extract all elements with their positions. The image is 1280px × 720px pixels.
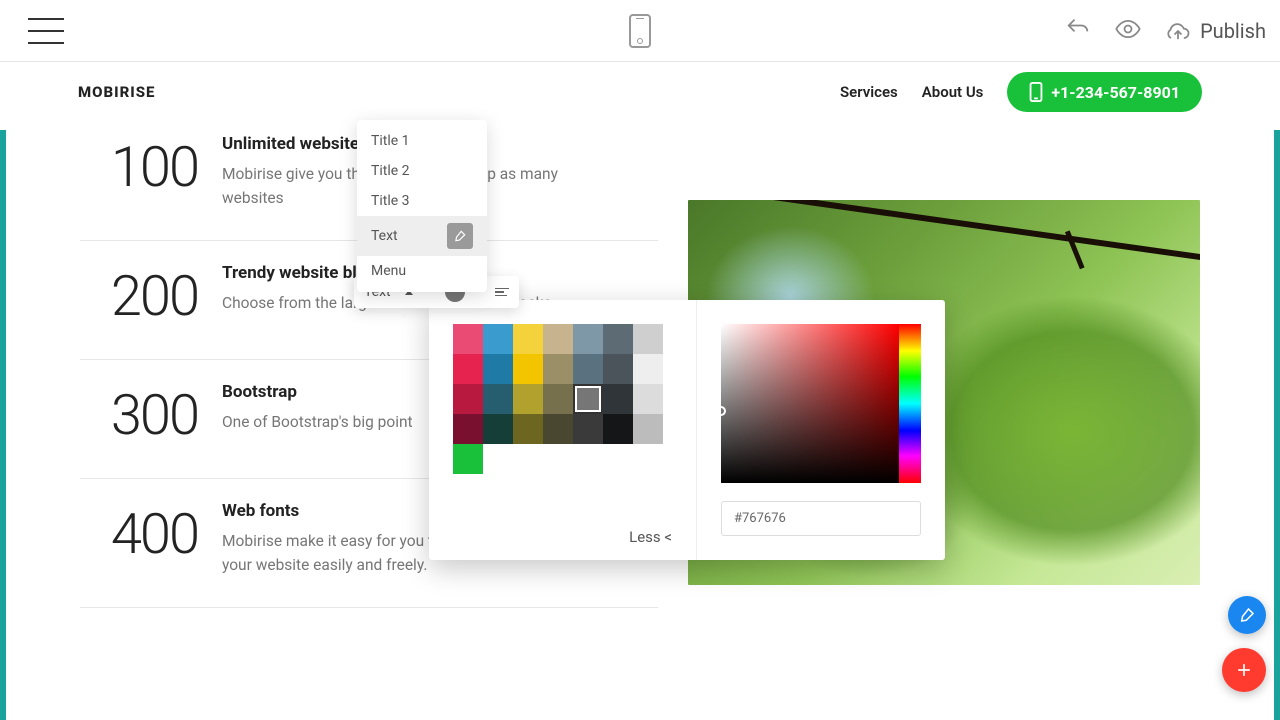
site-header: MOBIRISE Services About Us +1-234-567-89… xyxy=(0,62,1280,122)
publish-label: Publish xyxy=(1200,19,1266,43)
feature-number: 200 xyxy=(80,263,198,329)
feature-number: 100 xyxy=(80,134,198,210)
style-fab[interactable] xyxy=(1228,596,1266,634)
mobile-device-icon xyxy=(629,14,651,48)
sv-cursor[interactable] xyxy=(716,406,726,416)
color-swatch[interactable] xyxy=(573,384,603,414)
color-swatch[interactable] xyxy=(453,324,483,354)
style-option-label: Menu xyxy=(371,263,406,279)
color-swatch[interactable] xyxy=(573,414,603,444)
undo-icon xyxy=(1064,15,1092,43)
color-swatch[interactable] xyxy=(453,354,483,384)
style-option-menu[interactable]: Menu xyxy=(357,256,487,286)
image-branch-decoration xyxy=(688,200,1200,262)
color-swatch[interactable] xyxy=(513,324,543,354)
nav-about[interactable]: About Us xyxy=(922,83,984,101)
app-toolbar: Publish xyxy=(0,0,1280,62)
phone-button[interactable]: +1-234-567-8901 xyxy=(1007,72,1202,112)
color-swatch[interactable] xyxy=(453,384,483,414)
brush-icon xyxy=(447,223,473,249)
style-option-title-2[interactable]: Title 2 xyxy=(357,156,487,186)
undo-button[interactable] xyxy=(1064,15,1092,47)
style-option-label: Title 2 xyxy=(371,163,410,179)
color-swatch[interactable] xyxy=(513,384,543,414)
nav: Services About Us +1-234-567-8901 xyxy=(840,72,1202,112)
color-swatch[interactable] xyxy=(513,354,543,384)
color-picker: Less < xyxy=(429,300,945,560)
swatch-grid xyxy=(453,324,672,444)
cloud-upload-icon xyxy=(1164,17,1192,45)
color-swatch[interactable] xyxy=(513,414,543,444)
plus-icon xyxy=(1234,660,1254,680)
style-option-title-3[interactable]: Title 3 xyxy=(357,186,487,216)
color-swatch[interactable] xyxy=(573,354,603,384)
color-swatch[interactable] xyxy=(483,324,513,354)
color-swatch[interactable] xyxy=(573,324,603,354)
color-swatch[interactable] xyxy=(483,384,513,414)
color-swatch[interactable] xyxy=(603,384,633,414)
color-swatch[interactable] xyxy=(603,354,633,384)
brand-logo[interactable]: MOBIRISE xyxy=(78,83,155,101)
hex-input[interactable] xyxy=(721,501,921,536)
nav-services[interactable]: Services xyxy=(840,83,898,101)
style-option-text[interactable]: Text xyxy=(357,216,487,256)
color-swatch[interactable] xyxy=(453,414,483,444)
device-preview-button[interactable] xyxy=(629,14,651,48)
feature-description[interactable]: One of Bootstrap's big point xyxy=(222,410,413,434)
sv-panel[interactable] xyxy=(721,324,921,483)
feature-title[interactable]: Bootstrap xyxy=(222,382,413,402)
preview-button[interactable] xyxy=(1114,15,1142,47)
color-swatch[interactable] xyxy=(603,414,633,444)
selection-border-right xyxy=(1274,130,1280,720)
color-swatch[interactable] xyxy=(483,354,513,384)
brush-icon xyxy=(1238,606,1256,624)
feature-number: 400 xyxy=(80,501,198,577)
eye-icon xyxy=(1114,15,1142,43)
color-swatch[interactable] xyxy=(483,414,513,444)
color-swatch[interactable] xyxy=(453,444,483,474)
hue-slider[interactable] xyxy=(899,324,921,483)
style-option-label: Text xyxy=(371,228,398,244)
publish-button[interactable]: Publish xyxy=(1164,17,1266,45)
color-swatch[interactable] xyxy=(543,384,573,414)
align-icon[interactable] xyxy=(495,288,509,297)
color-swatch[interactable] xyxy=(633,414,663,444)
text-style-dropdown[interactable]: Title 1 Title 2 Title 3 Text Menu xyxy=(357,120,487,292)
feature-number: 300 xyxy=(80,382,198,448)
color-swatch[interactable] xyxy=(633,324,663,354)
color-swatch[interactable] xyxy=(543,324,573,354)
phone-number: +1-234-567-8901 xyxy=(1051,83,1180,102)
selection-border-left xyxy=(0,130,6,720)
color-swatch[interactable] xyxy=(633,354,663,384)
style-option-label: Title 1 xyxy=(371,133,410,149)
color-swatch[interactable] xyxy=(603,324,633,354)
style-option-label: Title 3 xyxy=(371,193,410,209)
saturation-value-box[interactable] xyxy=(721,324,899,483)
phone-icon xyxy=(1029,82,1043,102)
color-swatch[interactable] xyxy=(543,414,573,444)
color-swatch[interactable] xyxy=(633,384,663,414)
swatch-extra-row xyxy=(453,444,672,474)
less-toggle[interactable]: Less < xyxy=(629,528,672,546)
color-swatch[interactable] xyxy=(543,354,573,384)
hamburger-menu-icon[interactable] xyxy=(28,18,64,44)
add-block-fab[interactable] xyxy=(1222,648,1266,692)
style-option-title-1[interactable]: Title 1 xyxy=(357,126,487,156)
